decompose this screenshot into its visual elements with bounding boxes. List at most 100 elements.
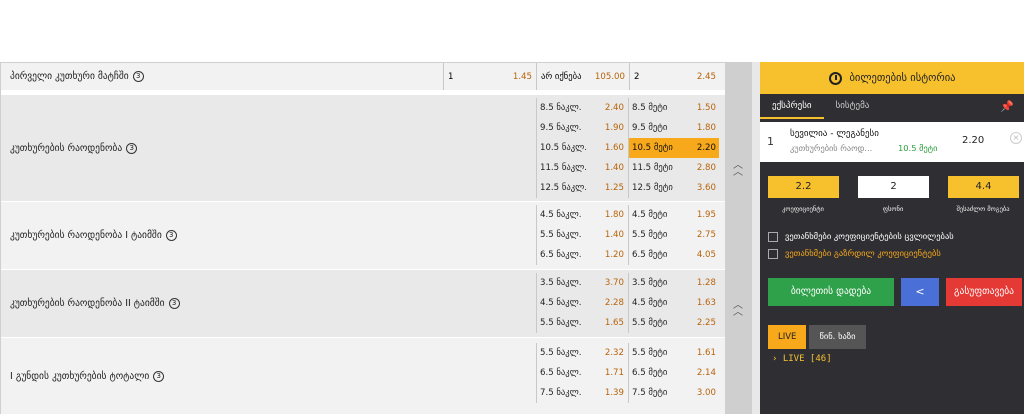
odds-cell[interactable]: 7.5 ნაკლ. 1.39 [536,383,627,403]
odds-cell-selected[interactable]: 10.5 მეტი 2.20 [628,138,719,158]
collapse-bar[interactable]: ︿ ︿ ︿ ︿ [725,62,752,414]
odds-cell[interactable]: 6.5 მეტი 2.14 [628,363,719,383]
odds-cell[interactable]: 6.5 მეტი 4.05 [628,245,719,265]
odds-cell[interactable]: 11.5 ნაკლ. 1.40 [536,158,627,178]
under-column: 3.5 ნაკლ. 3.70 4.5 ნაკლ. 2.28 5.5 ნაკლ. 1.6… [536,273,627,337]
over-column: 3.5 მეტი 1.28 4.5 მეტი 1.63 5.5 მეტი 2.25 [628,273,719,337]
betslip-tabs: ექსპრესი სისტემა 📌 [760,94,1024,119]
odds-cell[interactable]: 9.5 მეტი 1.80 [628,118,719,138]
odds-cell[interactable]: 5.5 მეტი 2.25 [628,313,719,333]
over-column: 8.5 მეტი 1.50 9.5 მეტი 1.80 10.5 მეტი 2.20 … [628,98,719,201]
info-icon[interactable]: 3 [168,298,180,309]
bet-selection: 10.5 მეტი [898,143,938,153]
odds-columns: 4.5 ნაკლ. 1.80 5.5 ნაკლ. 1.40 6.5 ნაკლ. 1.2… [536,202,720,269]
bet-summary: 2.2 2 4.4 კოეფიციენტი ფსონი შესაძლო მოგე… [760,174,1024,218]
market-name: კუთხურების რაოდენობა 3 [1,95,536,201]
odds-cell[interactable]: 6.5 ნაკლ. 1.20 [536,245,627,265]
info-icon[interactable]: 3 [126,142,138,154]
live-section-toggle[interactable]: › LIVE [46] [772,354,832,364]
stake-label: ფსონი [882,205,904,213]
market-name: კუთხურების რაოდენობა II ტაიმში 3 [1,270,536,337]
odds-row: 1 1.45 არ იქნება 105.00 2 2.45 [443,63,720,90]
pin-icon[interactable]: 📌 [1000,100,1014,113]
history-icon [828,71,842,85]
bet-match: სევილია - ლეგანესი [790,129,879,139]
clear-button[interactable]: გასუფთავება [946,278,1022,306]
info-icon[interactable]: 3 [132,71,144,82]
odds-cell[interactable]: 4.5 ნაკლ. 2.28 [536,293,627,313]
accept-boosted-odds-checkbox[interactable]: ვეთანხმები გაზრდილ კოეფიციენტებს [768,249,941,259]
odds-cell[interactable]: 5.5 ნაკლ. 1.40 [536,225,627,245]
under-column: 5.5 ნაკლ. 2.32 6.5 ნაკლ. 1.71 7.5 ნაკლ. 1.3… [536,343,627,414]
odds-columns: 8.5 ნაკლ. 2.40 9.5 ნაკლ. 1.90 10.5 ნაკლ. 1.… [536,95,720,201]
possible-win-value: 4.4 [948,176,1019,198]
share-icon: < [915,285,925,298]
markets-panel: პირველი კუთხური მატჩში 3 1 1.45 არ იქნებ… [0,62,725,414]
market-name: პირველი კუთხური მატჩში 3 [1,63,443,90]
market-name: I გუნდის კუთხურების ტოტალი 3 [1,338,536,414]
odds-cell[interactable]: 12.5 ნაკლ. 1.25 [536,178,627,198]
odds-cell[interactable]: 3.5 ნაკლ. 3.70 [536,273,627,293]
accept-odds-change-checkbox[interactable]: ვეთანხმები კოეფიციენტების ცვლილებას [768,232,954,242]
coefficient-label: კოეფიციენტი [782,205,824,213]
odds-cell[interactable]: 1 1.45 [443,63,536,90]
over-column: 5.5 მეტი 1.61 6.5 მეტი 2.14 7.5 მეტი 3.00 [628,343,719,414]
coefficient-value: 2.2 [768,176,839,198]
tab-system[interactable]: სისტემა [824,94,882,119]
checkbox-icon[interactable] [768,232,778,242]
live-tabs: LIVE წინ. ხაზი [768,325,869,349]
market-corner-total: კუთხურების რაოდენობა 3 8.5 ნაკლ. 2.40 9.5… [1,95,725,201]
info-icon[interactable]: 3 [153,371,165,382]
under-column: 4.5 ნაკლ. 1.80 5.5 ნაკლ. 1.40 6.5 ნაკლ. 1.2… [536,205,627,269]
odds-cell[interactable]: 2 2.45 [629,63,720,90]
odds-cell[interactable]: 6.5 ნაკლ. 1.71 [536,363,627,383]
odds-cell[interactable]: 4.5 მეტი 1.63 [628,293,719,313]
odds-cell[interactable]: 12.5 მეტი 3.60 [628,178,719,198]
odds-cell[interactable]: 5.5 ნაკლ. 2.32 [536,343,627,363]
bet-number: 1 [767,135,774,148]
odds-cell[interactable]: 5.5 მეტი 1.61 [628,343,719,363]
panel-gap [752,62,760,414]
tab-prematch[interactable]: წინ. ხაზი [809,325,866,349]
market-first-corner: პირველი კუთხური მატჩში 3 1 1.45 არ იქნებ… [1,63,725,90]
market-corner-second-half: კუთხურების რაოდენობა II ტაიმში 3 3.5 ნაკ… [1,270,725,337]
chevron-up-icon[interactable]: ︿ ︿ [731,161,745,178]
tab-live[interactable]: LIVE [768,325,807,349]
odds-columns: 3.5 ნაკლ. 3.70 4.5 ნაკლ. 2.28 5.5 ნაკლ. 1.6… [536,270,720,337]
tab-express[interactable]: ექსპრესი [760,94,824,119]
over-column: 4.5 მეტი 1.95 5.5 მეტი 2.75 6.5 მეტი 4.05 [628,205,719,269]
odds-cell[interactable]: 5.5 ნაკლ. 1.65 [536,313,627,333]
betslip-panel: ბილეთების ისტორია ექსპრესი სისტემა 📌 1 ს… [752,62,1024,414]
stake-input[interactable]: 2 [858,176,929,198]
top-whitespace [0,0,1024,62]
odds-cell[interactable]: 5.5 მეტი 2.75 [628,225,719,245]
odds-cell[interactable]: 4.5 ნაკლ. 1.80 [536,205,627,225]
ticket-history-button[interactable]: ბილეთების ისტორია [760,62,1024,94]
odds-cell[interactable]: 9.5 ნაკლ. 1.90 [536,118,627,138]
info-icon[interactable]: 3 [165,230,177,241]
chevron-right-icon: › [772,354,778,364]
odds-cell[interactable]: 3.5 მეტი 1.28 [628,273,719,293]
odds-cell[interactable]: 7.5 მეტი 3.00 [628,383,719,403]
odds-cell[interactable]: 4.5 მეტი 1.95 [628,205,719,225]
market-corner-first-half: კუთხურების რაოდენობა I ტაიმში 3 4.5 ნაკლ… [1,202,725,269]
remove-bet-icon[interactable]: × [1010,132,1022,144]
bet-market: კუთხურების რაოდ... [790,143,873,153]
checkbox-icon[interactable] [768,249,778,259]
odds-cell[interactable]: 8.5 მეტი 1.50 [628,98,719,118]
market-name: კუთხურების რაოდენობა I ტაიმში 3 [1,202,536,269]
odds-cell[interactable]: არ იქნება 105.00 [536,63,629,90]
possible-win-label: შესაძლო მოგება [956,205,1010,213]
odds-cell[interactable]: 10.5 ნაკლ. 1.60 [536,138,627,158]
odds-cell[interactable]: 11.5 მეტი 2.80 [628,158,719,178]
odds-columns: 5.5 ნაკლ. 2.32 6.5 ნაკლ. 1.71 7.5 ნაკლ. 1.3… [536,338,720,414]
page: პირველი კუთხური მატჩში 3 1 1.45 არ იქნებ… [0,0,1024,414]
odds-cell[interactable]: 8.5 ნაკლ. 2.40 [536,98,627,118]
under-column: 8.5 ნაკლ. 2.40 9.5 ნაკლ. 1.90 10.5 ნაკლ. 1.… [536,98,627,201]
place-bet-button[interactable]: ბილეთის დადება [768,278,894,306]
market-team1-corner-total: I გუნდის კუთხურების ტოტალი 3 5.5 ნაკლ. 2.… [1,338,725,414]
bet-item: 1 სევილია - ლეგანესი კუთხურების რაოდ... … [760,122,1024,162]
bet-odds: 2.20 [962,135,985,146]
share-button[interactable]: < [901,278,939,306]
chevron-up-icon[interactable]: ︿ ︿ [731,301,745,318]
